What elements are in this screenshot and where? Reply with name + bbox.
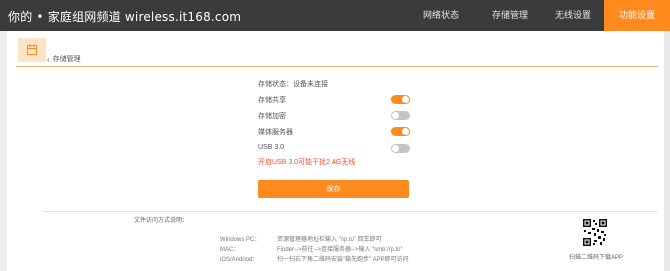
scroll-edge <box>664 31 670 271</box>
header-divider <box>16 66 658 67</box>
breadcrumb[interactable]: ‹ 存储管理 <box>47 54 81 64</box>
storage-encrypt-label: 存储加密 <box>258 113 286 120</box>
storage-status-text: 存储状态：设备未连接 <box>258 81 328 88</box>
access-desc-windows: 资源管理器地址栏输入 “\\p.to” 回车即可 <box>277 237 382 243</box>
top-nav-bar: 你的 • 家庭组网频道 wireless.it168.com 网络状态 存储管理… <box>0 0 670 31</box>
storage-encrypt-toggle[interactable] <box>391 111 410 120</box>
access-platform-mobile: iOS/Andriod： <box>220 257 259 263</box>
storage-share-label: 存储共享 <box>258 97 286 104</box>
storage-icon-box <box>18 38 46 62</box>
tab-wireless-settings[interactable]: 无线设置 <box>542 0 604 31</box>
access-desc-mobile: 扫一扫右下角二维码安装“猫先跑步” APP即可访问 <box>277 257 409 263</box>
access-platform-mac: MAC： <box>220 247 240 253</box>
access-platform-windows: Windows PC： <box>220 237 261 243</box>
toggle-knob <box>392 145 399 152</box>
media-server-toggle[interactable] <box>391 127 410 136</box>
usb3-label: USB 3.0 <box>258 144 285 151</box>
tab-storage-management[interactable]: 存储管理 <box>478 0 542 31</box>
watermark-text: 你的 • 家庭组网频道 wireless.it168.com <box>8 10 242 24</box>
toggle-knob <box>402 128 409 135</box>
save-button[interactable]: 保存 <box>258 180 409 198</box>
qr-code-image <box>582 218 608 247</box>
media-server-label: 媒体服务器 <box>258 129 293 136</box>
footer-divider <box>44 211 658 212</box>
storage-share-toggle[interactable] <box>391 95 410 104</box>
access-desc-mac: Finder-->前往-->连接服务器-->输入 “smb://p.to” <box>277 247 403 253</box>
usb3-toggle[interactable] <box>391 144 410 153</box>
toggle-knob <box>402 96 409 103</box>
access-instructions-title: 文件访问方式说明： <box>134 218 189 224</box>
main-panel: ‹ 存储管理 存储状态：设备未连接 存储共享 存储加密 媒体服务器 USB 3.… <box>7 31 664 271</box>
tab-network-status[interactable]: 网络状态 <box>404 0 478 31</box>
toggle-knob <box>392 112 399 119</box>
storage-icon <box>27 44 37 55</box>
breadcrumb-label: 存储管理 <box>52 56 81 63</box>
qr-caption: 扫描二维码下载APP <box>569 255 624 261</box>
chevron-left-icon[interactable]: ‹ <box>47 55 50 64</box>
tab-feature-settings[interactable]: 功能设置 <box>604 0 670 31</box>
usb3-warning-text: 开启USB 3.0可能干扰2.4G无线 <box>258 159 356 166</box>
